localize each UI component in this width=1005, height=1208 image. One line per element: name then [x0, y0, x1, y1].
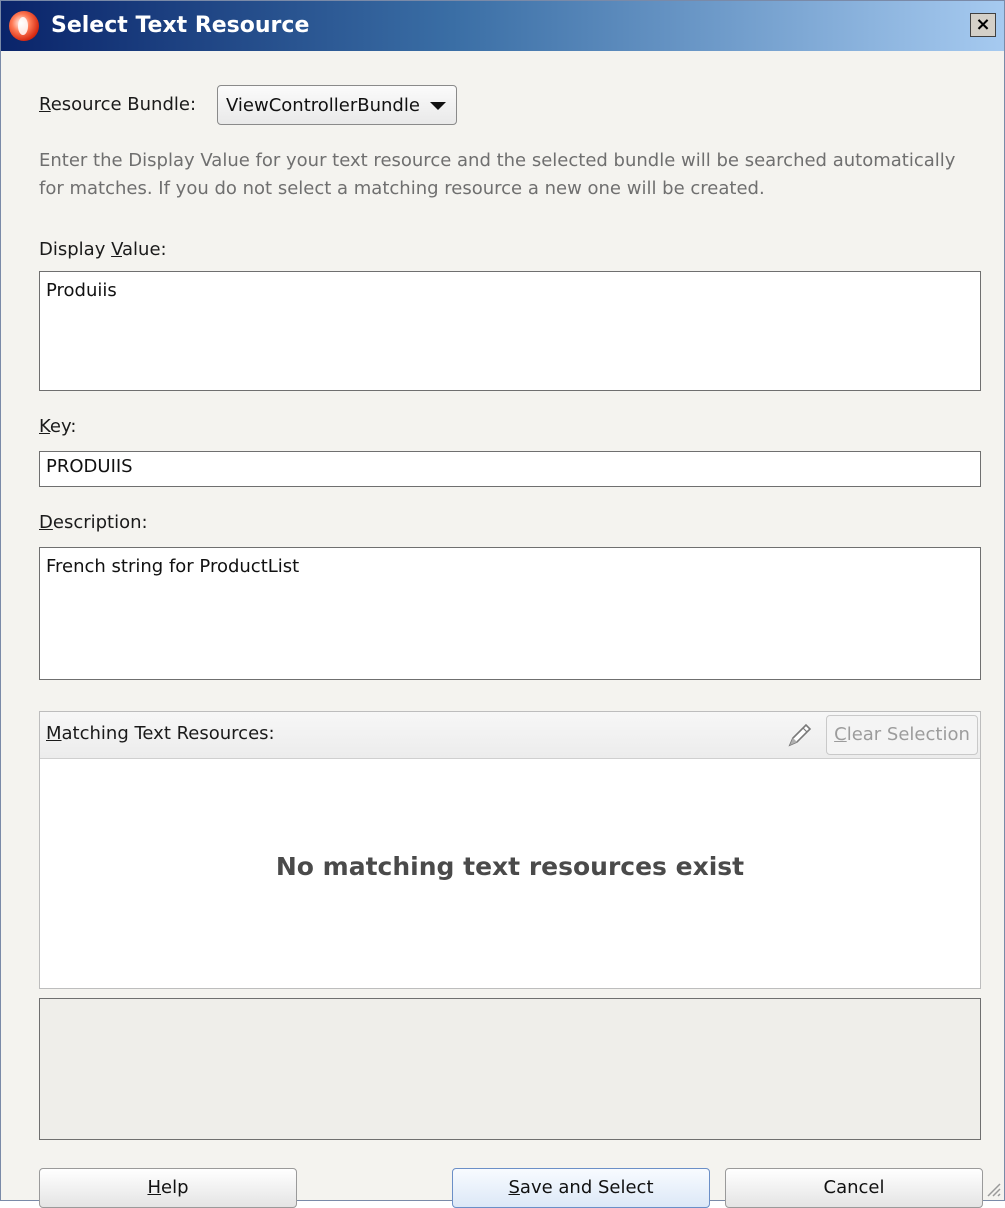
key-field[interactable]: PRODUIIS: [39, 451, 981, 487]
display-value-textarea[interactable]: Produiis: [39, 271, 981, 391]
matching-resources-label: Matching Text Resources:: [46, 723, 275, 744]
pencil-icon[interactable]: [784, 720, 814, 750]
app-icon: [9, 11, 39, 41]
description-label: Description:: [39, 512, 148, 533]
resource-detail-area: [39, 998, 981, 1140]
window-title: Select Text Resource: [51, 13, 310, 38]
save-and-select-button[interactable]: Save and Select: [452, 1168, 710, 1208]
title-bar: Select Text Resource ×: [1, 1, 1004, 51]
resource-bundle-select[interactable]: ViewControllerBundle: [217, 85, 457, 125]
close-button[interactable]: ×: [970, 13, 996, 37]
resource-bundle-label: Resource Bundle:: [39, 94, 197, 115]
empty-state-message: No matching text resources exist: [275, 852, 745, 881]
resource-bundle-value: ViewControllerBundle: [226, 95, 420, 116]
info-text: Enter the Display Value for your text re…: [39, 150, 956, 199]
matching-resources-header: Matching Text Resources: Clear Selection: [40, 712, 980, 759]
matching-resources-panel: Matching Text Resources: Clear Selection…: [39, 711, 981, 989]
clear-selection-button[interactable]: Clear Selection: [826, 715, 978, 755]
resize-grip-icon[interactable]: [982, 1178, 1002, 1198]
chevron-down-icon: [430, 102, 446, 110]
select-text-resource-dialog: Select Text Resource × Resource Bundle: …: [0, 0, 1005, 1208]
cancel-button[interactable]: Cancel: [725, 1168, 983, 1208]
help-button[interactable]: Help: [39, 1168, 297, 1208]
display-value-label: Display Value:: [39, 239, 167, 260]
key-label: Key:: [39, 416, 77, 437]
description-textarea[interactable]: French string for ProductList: [39, 547, 981, 680]
